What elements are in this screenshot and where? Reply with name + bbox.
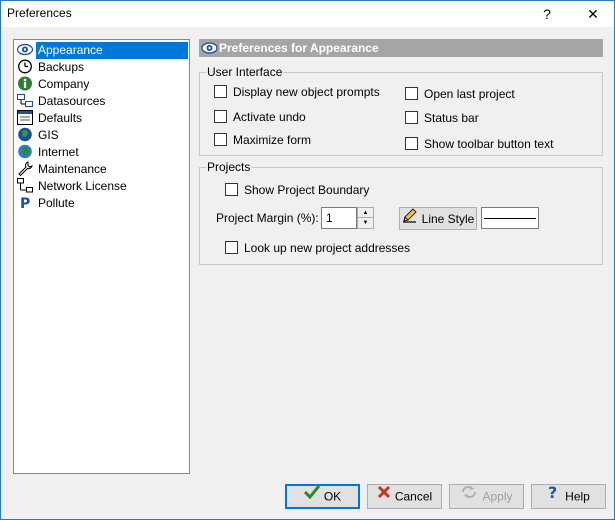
checkbox-label: Activate undo — [233, 110, 306, 124]
tree-item-appearance[interactable]: Appearance — [16, 42, 188, 59]
checkbox-box[interactable] — [225, 183, 238, 197]
tree-item-defaults[interactable]: Defaults — [16, 110, 188, 127]
apply-label: Apply — [482, 489, 513, 504]
show-project-boundary-checkbox[interactable]: Show Project Boundary — [225, 183, 369, 198]
checkbox-label: Open last project — [424, 87, 515, 101]
cancel-label: Cancel — [394, 489, 433, 504]
question-icon: ? — [547, 483, 561, 508]
projects-group: Projects Show Project Boundary Project M… — [199, 160, 603, 265]
info-icon — [17, 76, 33, 91]
tree-item-label: Company — [38, 77, 90, 91]
checkbox-box[interactable] — [405, 137, 418, 151]
tree-item-label: GIS — [38, 128, 59, 142]
user-interface-group: User Interface Display new object prompt… — [199, 65, 603, 156]
group-legend: Projects — [206, 160, 252, 174]
open-last-project-checkbox[interactable]: Open last project — [405, 87, 515, 102]
help-label: Help — [565, 489, 590, 504]
tree-item-label: Defaults — [38, 111, 83, 125]
checkbox-label: Display new object prompts — [233, 85, 380, 99]
checkbox-box[interactable] — [214, 110, 227, 124]
title-bar: Preferences ? ✕ — [1, 1, 614, 27]
tree-item-label: Maintenance — [38, 162, 107, 176]
refresh-icon — [460, 484, 478, 507]
window-icon — [17, 110, 33, 126]
line-sample — [484, 218, 536, 219]
datasources-icon — [17, 93, 33, 108]
pencil-icon — [402, 207, 418, 230]
internet-globe-icon — [17, 144, 33, 159]
help-title-button[interactable]: ? — [527, 1, 567, 27]
checkbox-box[interactable] — [214, 133, 227, 147]
svg-text:?: ? — [548, 484, 557, 500]
help-button[interactable]: ? Help — [531, 483, 606, 509]
checkbox-box[interactable] — [225, 241, 238, 255]
line-style-button[interactable]: Line Style — [399, 207, 477, 230]
tree-item-internet[interactable]: Internet — [16, 144, 188, 161]
tree-item-label: Datasources — [38, 94, 106, 108]
checkbox-label: Show toolbar button text — [424, 137, 554, 151]
apply-button[interactable]: Apply — [449, 484, 524, 509]
project-margin-label: Project Margin (%): — [216, 211, 319, 225]
tree-item-label: Appearance — [36, 42, 188, 59]
tree-item-network-license[interactable]: Network License — [16, 178, 188, 195]
checkmark-icon — [303, 485, 320, 506]
checkbox-box[interactable] — [405, 111, 418, 125]
checkbox-box[interactable] — [405, 87, 418, 101]
eye-icon — [16, 42, 34, 57]
tree-item-company[interactable]: Company — [16, 76, 188, 93]
section-title: Preferences for Appearance — [219, 41, 379, 55]
close-button[interactable]: ✕ — [573, 1, 613, 27]
status-bar-checkbox[interactable]: Status bar — [405, 111, 479, 126]
ok-button[interactable]: OK — [285, 484, 360, 509]
line-style-preview — [481, 207, 539, 229]
tree-item-backups[interactable]: Backups — [16, 59, 188, 76]
line-style-label: Line Style — [421, 212, 475, 226]
tree-item-label: Internet — [38, 145, 79, 159]
tree-item-pollute[interactable]: P Pollute — [16, 195, 188, 212]
spin-down-arrow-icon[interactable]: ▼ — [358, 218, 373, 228]
tree-item-gis[interactable]: GIS — [16, 127, 188, 144]
group-legend: User Interface — [206, 65, 284, 79]
checkbox-label: Maximize form — [233, 133, 312, 147]
project-margin-input[interactable]: 1 — [321, 207, 357, 229]
look-up-addresses-checkbox[interactable]: Look up new project addresses — [225, 241, 410, 256]
eye-icon — [201, 40, 218, 56]
category-tree[interactable]: Appearance Backups Company Datasources D… — [13, 39, 190, 474]
section-header: Preferences for Appearance — [199, 39, 603, 57]
clock-icon — [17, 59, 33, 74]
pollute-p-icon: P — [17, 195, 33, 212]
cancel-button[interactable]: Cancel — [367, 484, 442, 509]
tree-item-datasources[interactable]: Datasources — [16, 93, 188, 110]
tree-item-label: Network License — [38, 179, 127, 193]
window-title: Preferences — [7, 6, 72, 20]
maximize-form-checkbox[interactable]: Maximize form — [214, 133, 311, 148]
activate-undo-checkbox[interactable]: Activate undo — [214, 110, 306, 125]
tree-item-label: Pollute — [38, 196, 75, 210]
ok-label: OK — [323, 489, 342, 504]
globe-icon — [17, 127, 33, 142]
x-icon — [377, 484, 391, 507]
display-new-object-prompts-checkbox[interactable]: Display new object prompts — [214, 85, 380, 100]
svg-text:P: P — [20, 196, 30, 210]
checkbox-label: Show Project Boundary — [244, 183, 370, 197]
preferences-window: Preferences ? ✕ Appearance Backups Compa… — [0, 0, 615, 520]
project-margin-spinner[interactable]: ▲ ▼ — [357, 207, 374, 229]
network-icon — [17, 178, 33, 193]
tree-item-maintenance[interactable]: Maintenance — [16, 161, 188, 178]
show-toolbar-button-text-checkbox[interactable]: Show toolbar button text — [405, 137, 553, 152]
wrench-icon — [17, 161, 33, 177]
checkbox-label: Status bar — [424, 111, 479, 125]
checkbox-label: Look up new project addresses — [244, 241, 411, 255]
spin-up-arrow-icon[interactable]: ▲ — [358, 208, 373, 218]
checkbox-box[interactable] — [214, 85, 227, 99]
tree-item-label: Backups — [38, 60, 85, 74]
